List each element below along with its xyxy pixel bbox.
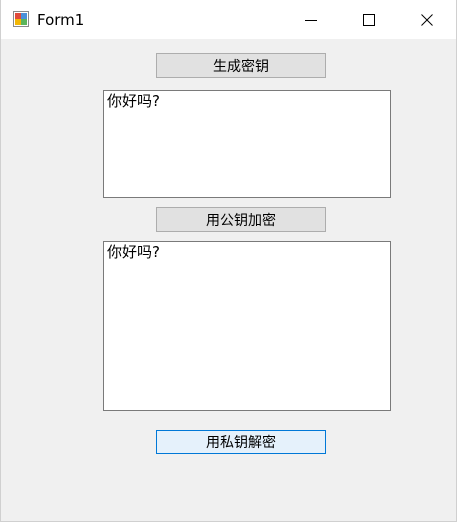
generate-key-button[interactable]: 生成密钥 — [156, 53, 326, 78]
title-bar[interactable]: Form1 — [1, 0, 456, 39]
encrypt-with-public-key-button[interactable]: 用公钥加密 — [156, 207, 326, 232]
minimize-button[interactable] — [282, 0, 340, 39]
close-button[interactable] — [398, 0, 456, 39]
decrypt-with-private-key-button[interactable]: 用私钥解密 — [156, 430, 326, 454]
winforms-app-icon[interactable] — [13, 11, 29, 27]
app-window: Form1 生成密钥 你好吗? 用公钥加密 你好吗? 用私钥解密 — [0, 0, 457, 522]
plaintext-textbox[interactable]: 你好吗? — [103, 90, 391, 198]
window-title: Form1 — [37, 11, 85, 29]
minimize-icon — [305, 19, 317, 21]
close-icon — [421, 13, 433, 26]
maximize-button[interactable] — [340, 0, 398, 39]
maximize-icon — [363, 13, 375, 26]
ciphertext-textbox[interactable]: 你好吗? — [103, 241, 391, 411]
